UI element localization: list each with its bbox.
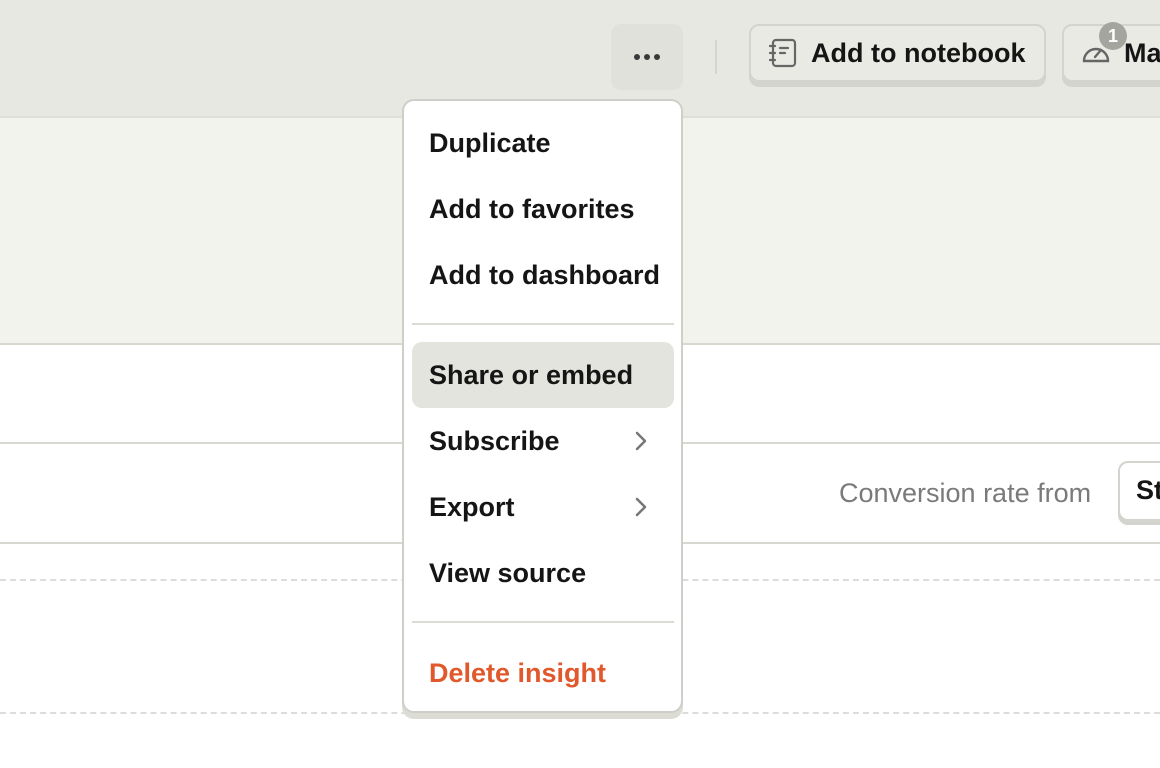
menu-item-delete-insight[interactable]: Delete insight — [412, 640, 674, 706]
chevron-right-icon — [635, 431, 647, 451]
mark-reviewed-label: Ma — [1124, 37, 1160, 68]
menu-item-label: Share or embed — [429, 359, 634, 390]
more-options-menu: Duplicate Add to favorites Add to dashbo… — [402, 99, 683, 713]
add-to-notebook-button[interactable]: Add to notebook — [749, 24, 1046, 82]
menu-item-label: Subscribe — [429, 425, 560, 456]
menu-item-view-source[interactable]: View source — [412, 540, 674, 606]
menu-item-subscribe[interactable]: Subscribe — [412, 408, 674, 474]
menu-item-label: View source — [429, 557, 587, 588]
more-horizontal-icon — [634, 54, 660, 60]
notification-badge: 1 — [1099, 22, 1127, 50]
conversion-step-select[interactable]: St — [1118, 461, 1160, 521]
chevron-right-icon — [635, 497, 647, 517]
menu-item-duplicate[interactable]: Duplicate — [412, 110, 674, 176]
menu-item-export[interactable]: Export — [412, 474, 674, 540]
menu-item-label: Add to dashboard — [429, 259, 660, 290]
menu-item-add-to-dashboard[interactable]: Add to dashboard — [412, 242, 674, 308]
menu-item-add-to-favorites[interactable]: Add to favorites — [412, 176, 674, 242]
menu-item-label: Delete insight — [429, 657, 607, 688]
menu-divider — [412, 323, 674, 325]
more-options-button[interactable] — [611, 24, 683, 90]
menu-item-label: Add to favorites — [429, 193, 635, 224]
menu-item-label: Duplicate — [429, 127, 551, 158]
menu-item-label: Export — [429, 491, 515, 522]
notebook-icon — [768, 38, 797, 68]
menu-item-share-or-embed[interactable]: Share or embed — [412, 342, 674, 408]
toolbar-divider — [715, 40, 717, 74]
menu-divider — [412, 621, 674, 623]
add-to-notebook-label: Add to notebook — [811, 37, 1026, 68]
conversion-rate-label: Conversion rate from — [839, 478, 1092, 508]
